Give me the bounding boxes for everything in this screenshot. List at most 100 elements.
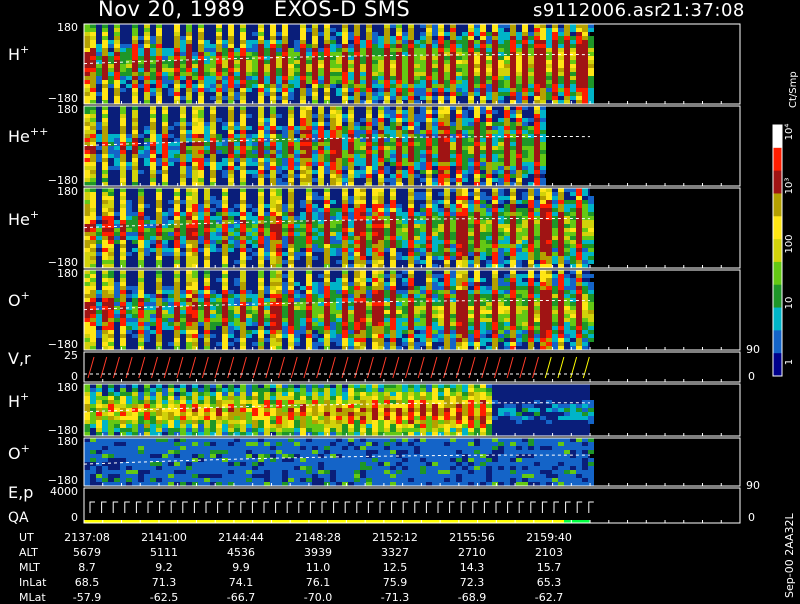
spectrogram-cell [444,232,450,236]
spectrogram-cell [414,72,420,76]
spectrogram-cell [120,232,126,236]
spectrogram-cell [354,212,360,216]
spectrogram-cell [228,64,234,68]
spectrogram-cell [486,170,492,174]
spectrogram-cell [372,204,378,208]
spectrogram-cell [354,334,360,338]
spectrogram-cell [318,64,324,68]
spectrogram-cell [264,68,270,72]
spectrogram-cell [342,100,348,104]
spectrogram-cell [528,134,534,138]
spectrogram-cell [396,158,402,162]
spectrogram-cell [288,92,294,96]
spectrogram-cell [276,52,282,56]
spectrogram-cell [228,290,234,294]
spectrogram-cell [474,28,480,32]
spectrogram-cell [462,110,468,114]
spectrogram-cell [186,122,192,126]
spectrogram-cell [354,260,360,264]
spectrogram-cell [408,126,414,130]
spectrogram-cell [174,188,180,192]
spectrogram-cell [582,52,588,56]
spectrogram-cell [282,212,288,216]
spectrogram-cell [252,232,258,236]
spectrogram-cell [426,36,432,40]
spectrogram-cell [210,122,216,126]
spectrogram-cell [312,212,318,216]
spectrogram-cell [486,150,492,154]
spectrogram-cell [96,236,102,240]
spectrogram-cell [486,138,492,142]
spectrogram-cell [498,236,504,240]
spectrogram-cell [492,36,498,40]
spectrogram-cell [282,290,288,294]
spectrogram-cell [138,260,144,264]
spectrogram-cell [564,40,570,44]
spectrogram-cell [204,228,210,232]
spectrogram-cell [474,88,480,92]
spectrogram-cell [426,182,432,186]
spectrogram-cell [546,192,552,196]
spectrogram-cell [192,76,198,80]
spectrogram-cell [96,56,102,60]
spectrogram-cell [372,68,378,72]
spectrogram-cell [264,60,270,64]
spectrogram-cell [240,290,246,294]
spectrogram-cell [438,162,444,166]
spectrogram-cell [444,84,450,88]
spectrogram-cell [150,122,156,126]
spectrogram-cell [516,110,522,114]
spectrogram-cell [342,204,348,208]
spectrogram-cell [132,286,138,290]
spectrogram-cell [450,64,456,68]
spectrogram-cell [426,192,432,196]
spectrogram-cell [546,236,552,240]
spectrogram-cell [270,298,276,302]
spectrogram-cell [102,76,108,80]
spectrogram-cell [228,100,234,104]
spectrogram-cell [426,76,432,80]
spectrogram-cell [372,130,378,134]
spectrogram-cell [582,88,588,92]
spectrogram-cell [444,150,450,154]
spectrogram-cell [294,298,300,302]
spectrogram-cell [96,126,102,130]
spectrogram-cell [186,72,192,76]
spectrogram-cell [378,154,384,158]
spectrogram-cell [324,294,330,298]
spectrogram-cell [474,92,480,96]
spectrogram-cell [282,36,288,40]
spectrogram-cell [426,56,432,60]
spectrogram-cell [144,326,150,330]
spectrogram-cell [150,330,156,334]
spectrogram-cell [426,166,432,170]
spectrogram-cell [318,342,324,346]
spectrogram-cell [558,32,564,36]
spectrogram-cell [306,224,312,228]
spectrogram-cell [372,346,378,350]
spectrogram-cell [552,44,558,48]
spectrogram-cell [324,318,330,322]
spectrogram-cell [576,100,582,104]
spectrogram-cell [270,72,276,76]
spectrogram-cell [276,270,282,274]
spectrogram-cell [372,286,378,290]
spectrogram-cell [282,302,288,306]
spectrogram-cell [234,84,240,88]
spectrogram-cell [360,216,366,220]
spectrogram-cell [84,282,90,286]
spectrogram-cell [540,114,546,118]
spectrogram-cell [132,72,138,76]
spectrogram-cell [228,146,234,150]
spectrogram-cell [390,126,396,130]
spectrogram-cell [462,52,468,56]
spectrogram-cell [222,298,228,302]
spectrogram-cell [204,314,210,318]
spectrogram-cell [456,146,462,150]
spectrogram-cell [198,84,204,88]
spectrogram-cell [474,216,480,220]
spectrogram-cell [444,146,450,150]
spectrogram-cell [324,36,330,40]
spectrogram-cell [276,134,282,138]
spectrogram-cell [372,260,378,264]
